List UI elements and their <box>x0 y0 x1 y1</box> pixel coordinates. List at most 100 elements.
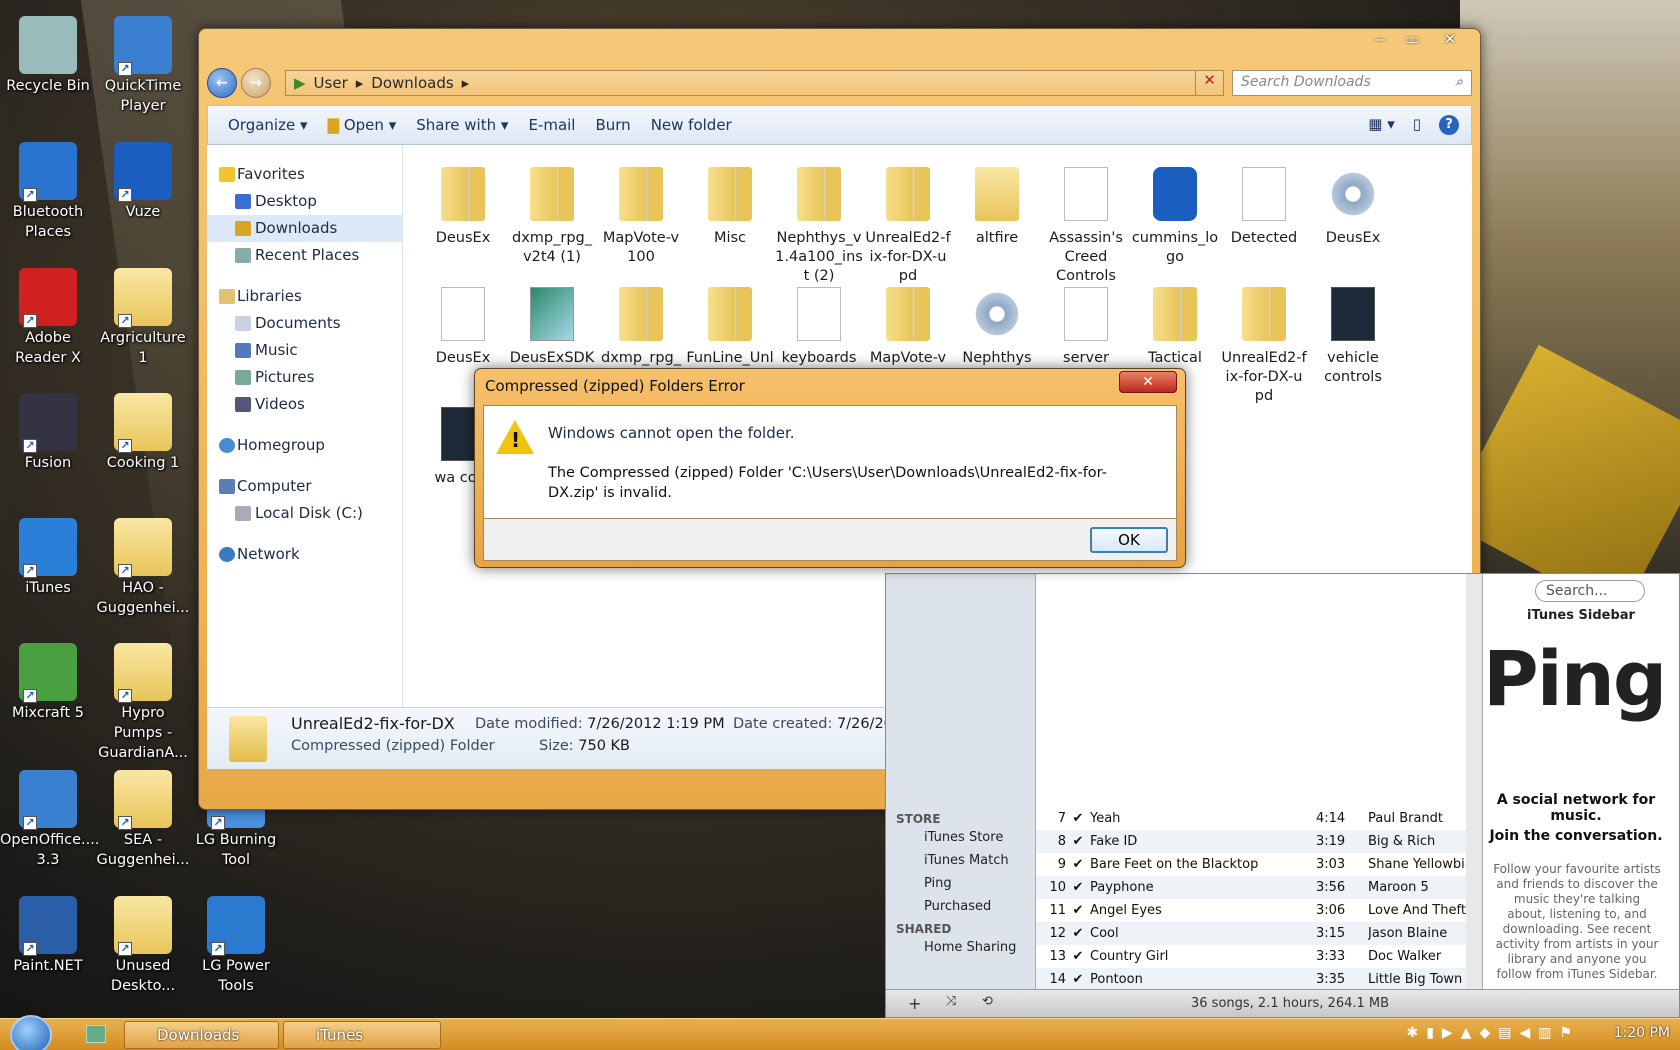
taskbar-itunes[interactable]: iTunes <box>283 1021 441 1049</box>
nav-homegroup[interactable]: Homegroup <box>207 432 402 459</box>
file-item[interactable]: Misc <box>684 161 776 248</box>
file-item[interactable]: cummins_lo go <box>1129 161 1221 267</box>
stop-icon[interactable]: ✕ <box>1195 71 1223 95</box>
track-row[interactable]: 14 ✔ Pontoon 3:35 Little Big Town <box>1036 968 1466 991</box>
nav-music[interactable]: Music <box>207 337 402 364</box>
desktop-icon[interactable]: ↗ Argriculture 1 <box>95 260 191 368</box>
checkbox[interactable]: ✔ <box>1066 899 1090 922</box>
source-purchased[interactable]: Purchased <box>924 899 1035 914</box>
checkbox[interactable]: ✔ <box>1066 853 1090 876</box>
file-item[interactable]: altfire <box>951 161 1043 248</box>
dialog-close-button[interactable]: ✕ <box>1119 371 1177 393</box>
nav-computer[interactable]: Computer <box>207 473 402 500</box>
search-input[interactable]: Search Downloads ⌕ <box>1232 70 1472 96</box>
nav-favorites[interactable]: Favorites <box>207 161 402 188</box>
itunes-search[interactable]: Search... <box>1535 580 1645 602</box>
preview-pane-icon[interactable]: ▯ <box>1413 115 1421 135</box>
desktop-icon[interactable]: ↗ Mixcraft 5 <box>0 635 96 723</box>
desktop-icon[interactable]: ↗ Hypro Pumps - GuardianA... <box>95 635 191 763</box>
desktop-icon[interactable]: ↗ Bluetooth Places <box>0 134 96 242</box>
close-button[interactable]: ✕ <box>1428 29 1472 51</box>
start-button[interactable] <box>10 1015 52 1050</box>
desktop-icon[interactable]: ↗ Unused Deskto... <box>95 888 191 996</box>
maximize-button[interactable]: ▭ <box>1396 29 1428 51</box>
file-item[interactable]: MapVote-v 100 <box>595 161 687 267</box>
file-item[interactable]: DeusEx <box>417 161 509 248</box>
add-playlist-icon[interactable]: + <box>908 994 921 1013</box>
help-icon[interactable]: ? <box>1439 115 1459 135</box>
desktop-icon[interactable]: ↗ HAO - Guggenhei... <box>95 510 191 618</box>
taskbar-downloads[interactable]: Downloads <box>124 1021 279 1049</box>
source-home-sharing[interactable]: Home Sharing <box>924 940 1035 955</box>
shuffle-icon[interactable]: ⤨ <box>946 994 956 1009</box>
track-row[interactable]: 13 ✔ Country Girl 3:33 Doc Walker <box>1036 945 1466 968</box>
address-bar[interactable]: ▶ User ▸ Downloads ▸ ✕ <box>285 70 1224 96</box>
nav-pictures[interactable]: Pictures <box>207 364 402 391</box>
nav-downloads[interactable]: Downloads <box>207 215 402 242</box>
checkbox[interactable]: ✔ <box>1066 830 1090 853</box>
desktop-icon[interactable]: ↗ Paint.NET <box>0 888 96 976</box>
burn-button[interactable]: Burn <box>595 116 630 134</box>
desktop-icon[interactable]: Recycle Bin <box>0 8 96 96</box>
file-item[interactable]: DeusExSDK <box>506 281 598 368</box>
checkbox[interactable]: ✔ <box>1066 807 1090 830</box>
nav-libraries[interactable]: Libraries <box>207 283 402 310</box>
new-folder-button[interactable]: New folder <box>651 116 732 134</box>
breadcrumb-downloads[interactable]: Downloads <box>371 74 453 92</box>
source-itunes-match[interactable]: iTunes Match <box>924 853 1035 868</box>
file-item[interactable]: DeusEx <box>417 281 509 368</box>
checkbox[interactable]: ✔ <box>1066 968 1090 991</box>
file-item[interactable]: Tactical <box>1129 281 1221 368</box>
file-item[interactable]: Detected <box>1218 161 1310 248</box>
file-item[interactable]: UnrealEd2-f ix-for-DX-u pd <box>862 161 954 286</box>
repeat-icon[interactable]: ⟲ <box>982 994 993 1009</box>
source-itunes-store[interactable]: iTunes Store <box>924 830 1035 845</box>
nav-documents[interactable]: Documents <box>207 310 402 337</box>
nav-network[interactable]: Network <box>207 541 402 568</box>
track-row[interactable]: 9 ✔ Bare Feet on the Blacktop 3:03 Shane Yel… <box>1036 853 1466 876</box>
file-item[interactable]: UnrealEd2-f ix-for-DX-u pd <box>1218 281 1310 406</box>
source-ping[interactable]: Ping <box>924 876 1035 891</box>
nav-localdisk[interactable]: Local Disk (C:) <box>207 500 402 527</box>
file-item[interactable]: vehicle controls <box>1307 281 1399 387</box>
file-item[interactable]: Assassin's Creed Controls <box>1040 161 1132 286</box>
open-button[interactable]: ▇ Open ▾ <box>328 116 397 134</box>
organize-button[interactable]: Organize ▾ <box>228 116 308 134</box>
nav-recent[interactable]: Recent Places <box>207 242 402 269</box>
show-desktop-icon[interactable] <box>86 1025 106 1043</box>
nav-videos[interactable]: Videos <box>207 391 402 418</box>
checkbox[interactable]: ✔ <box>1066 945 1090 968</box>
track-row[interactable]: 11 ✔ Angel Eyes 3:06 Love And Theft <box>1036 899 1466 922</box>
email-button[interactable]: E-mail <box>528 116 575 134</box>
track-row[interactable]: 7 ✔ Yeah 4:14 Paul Brandt <box>1036 807 1466 830</box>
ok-button[interactable]: OK <box>1090 527 1168 553</box>
nav-desktop[interactable]: Desktop <box>207 188 402 215</box>
file-item[interactable]: Nephthys_v 1.4a100_ins t (2) <box>773 161 865 286</box>
minimize-button[interactable]: ‒ <box>1364 29 1396 51</box>
breadcrumb-user[interactable]: User <box>314 74 348 92</box>
file-item[interactable]: keyboards <box>773 281 865 368</box>
view-options-icon[interactable]: ▦ ▾ <box>1368 115 1394 135</box>
back-button[interactable]: ← <box>207 68 237 98</box>
desktop-icon[interactable]: ↗ SEA - Guggenhei... <box>95 762 191 870</box>
file-item[interactable]: FunLine_Unl <box>684 281 776 368</box>
desktop-icon[interactable]: ↗ OpenOffice.... 3.3 <box>0 762 100 870</box>
file-item[interactable]: Nephthys <box>951 281 1043 368</box>
desktop-icon[interactable]: ↗ LG Power Tools <box>188 888 284 996</box>
share-button[interactable]: Share with ▾ <box>416 116 508 134</box>
file-item[interactable]: server <box>1040 281 1132 368</box>
desktop-icon[interactable]: ↗ iTunes <box>0 510 96 598</box>
track-row[interactable]: 8 ✔ Fake ID 3:19 Big & Rich <box>1036 830 1466 853</box>
desktop-icon[interactable]: ↗ QuickTime Player <box>95 8 191 116</box>
track-row[interactable]: 10 ✔ Payphone 3:56 Maroon 5 <box>1036 876 1466 899</box>
file-item[interactable]: dxmp_rpg_ v2t4 (1) <box>506 161 598 267</box>
checkbox[interactable]: ✔ <box>1066 922 1090 945</box>
desktop-icon[interactable]: ↗ Vuze <box>95 134 191 222</box>
checkbox[interactable]: ✔ <box>1066 876 1090 899</box>
desktop-icon[interactable]: ↗ Adobe Reader X <box>0 260 96 368</box>
forward-button[interactable]: → <box>241 68 271 98</box>
file-item[interactable]: DeusEx <box>1307 161 1399 248</box>
file-item[interactable]: MapVote-v <box>862 281 954 368</box>
track-row[interactable]: 12 ✔ Cool 3:15 Jason Blaine <box>1036 922 1466 945</box>
desktop-icon[interactable]: ↗ Fusion <box>0 385 96 473</box>
